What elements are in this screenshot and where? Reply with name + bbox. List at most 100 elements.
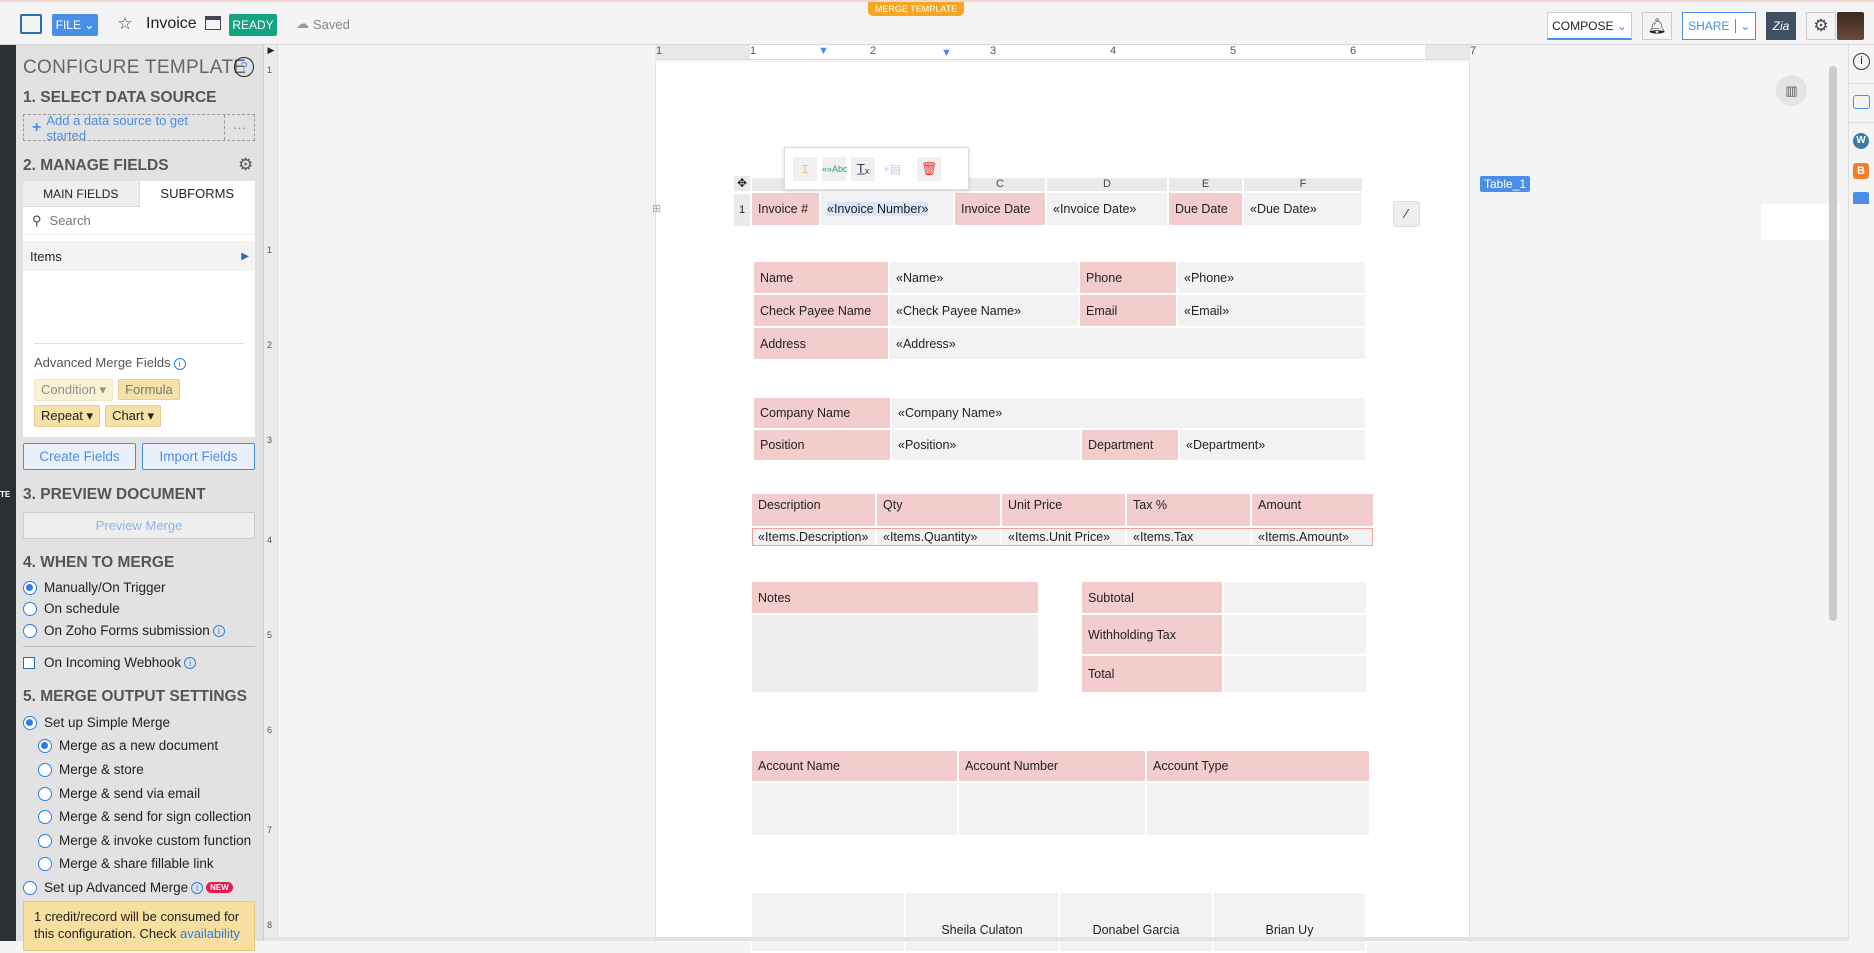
writer-logo-icon[interactable] <box>20 14 42 34</box>
items-field[interactable]: «Items.Unit Price» <box>1000 526 1127 548</box>
radio-manually[interactable]: Manually/On Trigger <box>23 580 166 595</box>
magic-wand-icon[interactable]: ⁄ <box>1393 201 1420 227</box>
items-field[interactable]: «Items.Amount» <box>1250 526 1375 548</box>
items-header[interactable]: Unit Price <box>1000 492 1127 528</box>
table-name-label[interactable]: Table_1 <box>1480 176 1531 192</box>
col-header-d[interactable]: D <box>1045 176 1169 193</box>
zia-button[interactable]: Zia <box>1766 12 1796 40</box>
signature-cell[interactable]: Donabel Garcia <box>1058 891 1214 953</box>
document-title[interactable]: Invoice <box>146 12 197 36</box>
radio-merge-store[interactable]: Merge & store <box>38 762 144 777</box>
cell-field[interactable]: «Name» <box>888 260 1080 295</box>
account-cell[interactable] <box>750 781 959 837</box>
total-value[interactable] <box>1222 654 1368 694</box>
signature-cell[interactable]: Brian Uy <box>1212 891 1367 953</box>
items-header[interactable]: Tax % <box>1125 492 1252 528</box>
signature-cell[interactable]: Sheila Culaton <box>904 891 1060 953</box>
notes-label[interactable]: Notes <box>750 580 1040 615</box>
cell-label[interactable]: Company Name <box>752 396 892 430</box>
info-icon[interactable]: i <box>1853 53 1870 70</box>
radio-advanced-merge[interactable]: Set up Advanced Merge i NEW <box>23 880 233 895</box>
info-icon[interactable]: i <box>173 358 186 370</box>
insert-row-icon[interactable]: ⊞ <box>652 202 661 215</box>
cell-label[interactable]: Position <box>752 428 892 462</box>
formula-chip[interactable]: Formula <box>118 379 180 400</box>
user-avatar[interactable] <box>1837 12 1864 40</box>
items-header[interactable]: Amount <box>1250 492 1375 528</box>
items-header[interactable]: Qty <box>875 492 1002 528</box>
radio-merge-new-doc[interactable]: Merge as a new document <box>38 738 218 753</box>
tab-subforms[interactable]: SUBFORMS <box>140 181 256 207</box>
help-icon[interactable]: ? <box>234 57 254 77</box>
cell-label[interactable]: Check Payee Name <box>752 293 890 328</box>
import-fields-button[interactable]: Import Fields <box>142 443 255 470</box>
row-header-1[interactable]: 1 <box>734 194 750 226</box>
cell-label[interactable]: Phone <box>1078 260 1178 295</box>
col-header-e[interactable]: E <box>1167 176 1244 193</box>
items-field[interactable]: «Items.Tax <box>1125 526 1252 548</box>
cell-label[interactable]: Name <box>752 260 890 295</box>
radio-merge-sign[interactable]: Merge & send for sign collection <box>38 809 251 824</box>
withholding-tax-value[interactable] <box>1222 613 1368 656</box>
account-header[interactable]: Account Name <box>750 749 959 783</box>
account-cell[interactable] <box>1145 781 1371 837</box>
preview-merge-button[interactable]: Preview Merge <box>23 512 255 539</box>
notifications-bell-icon[interactable]: 🔔︎ <box>1642 12 1672 40</box>
settings-gear-icon[interactable]: ⚙ <box>1806 12 1836 40</box>
radio-merge-function[interactable]: Merge & invoke custom function <box>38 833 251 848</box>
webhook-checkbox[interactable]: On Incoming Webhook i <box>23 655 197 670</box>
info-icon[interactable]: i <box>212 624 225 637</box>
account-cell[interactable] <box>957 781 1147 837</box>
cell-field[interactable]: «Email» <box>1176 293 1367 328</box>
publish-icon[interactable] <box>1853 192 1869 204</box>
availability-link[interactable]: availability <box>180 926 240 941</box>
cell-field[interactable]: «Check Payee Name» <box>888 293 1080 328</box>
info-icon[interactable]: i <box>191 881 204 894</box>
field-settings-icon[interactable]: ⌶ <box>793 156 817 181</box>
cell-due-date[interactable]: «Due Date» <box>1242 191 1364 227</box>
left-indent-marker[interactable]: ▼ <box>941 47 952 59</box>
create-fields-button[interactable]: Create Fields <box>23 443 136 470</box>
share-button[interactable]: SHARE ⌄ <box>1682 12 1756 40</box>
notes-field[interactable] <box>750 613 1040 694</box>
items-header[interactable]: Description <box>750 492 877 528</box>
field-to-text-icon[interactable]: «»Abc <box>822 156 848 181</box>
cell-invoice-number[interactable]: «Invoice Number» <box>819 191 955 227</box>
first-line-indent-marker[interactable]: ▼ <box>818 45 829 57</box>
invoice-number-field[interactable]: «Invoice Number» <box>827 202 929 216</box>
ruler-toggle-icon[interactable]: ▶ <box>264 45 278 59</box>
cell-field[interactable]: «Company Name» <box>890 396 1367 430</box>
subtotal-value[interactable] <box>1222 580 1368 615</box>
horizontal-ruler[interactable]: ▼ ▼ 1 1 2 3 4 5 6 7 <box>655 45 1476 60</box>
compose-button[interactable]: COMPOSE ⌄ <box>1547 12 1632 40</box>
page-layout-icon[interactable]: ▥ <box>1776 75 1807 106</box>
cell-field[interactable]: «Address» <box>888 326 1367 361</box>
cell-invoice-date-label[interactable]: Invoice Date <box>953 191 1047 227</box>
info-icon[interactable]: i <box>184 656 197 669</box>
tab-main-fields[interactable]: MAIN FIELDS <box>23 181 140 207</box>
merge-cards-icon[interactable] <box>1853 95 1870 109</box>
vertical-scrollbar[interactable] <box>1829 66 1837 621</box>
more-options-button[interactable]: ··· <box>225 115 254 140</box>
radio-merge-fillable[interactable]: Merge & share fillable link <box>38 856 214 871</box>
items-field[interactable]: «Items.Quantity» <box>875 526 1002 548</box>
cell-field[interactable]: «Phone» <box>1176 260 1367 295</box>
wordpress-icon[interactable]: W <box>1853 133 1869 149</box>
search-input[interactable]: ⚲ Search <box>23 207 255 235</box>
withholding-tax-label[interactable]: Withholding Tax <box>1080 613 1224 656</box>
cell-field[interactable]: «Position» <box>890 428 1082 462</box>
cell-invoice-date[interactable]: «Invoice Date» <box>1045 191 1169 227</box>
col-header-f[interactable]: F <box>1242 176 1364 193</box>
subtotal-label[interactable]: Subtotal <box>1080 580 1224 615</box>
account-header[interactable]: Account Type <box>1145 749 1371 783</box>
radio-merge-email[interactable]: Merge & send via email <box>38 786 200 801</box>
cell-label[interactable]: Address <box>752 326 890 361</box>
chart-chip[interactable]: Chart ▾ <box>105 405 161 427</box>
folder-icon[interactable] <box>205 16 221 30</box>
cell-due-date-label[interactable]: Due Date <box>1167 191 1244 227</box>
table-move-handle-icon[interactable]: ✥ <box>734 176 750 191</box>
fields-settings-gear-icon[interactable]: ⚙ <box>238 155 253 175</box>
total-label[interactable]: Total <box>1080 654 1224 694</box>
delete-icon[interactable]: 🗑︎ <box>917 156 941 181</box>
file-menu-button[interactable]: FILE ⌄ <box>52 14 98 36</box>
